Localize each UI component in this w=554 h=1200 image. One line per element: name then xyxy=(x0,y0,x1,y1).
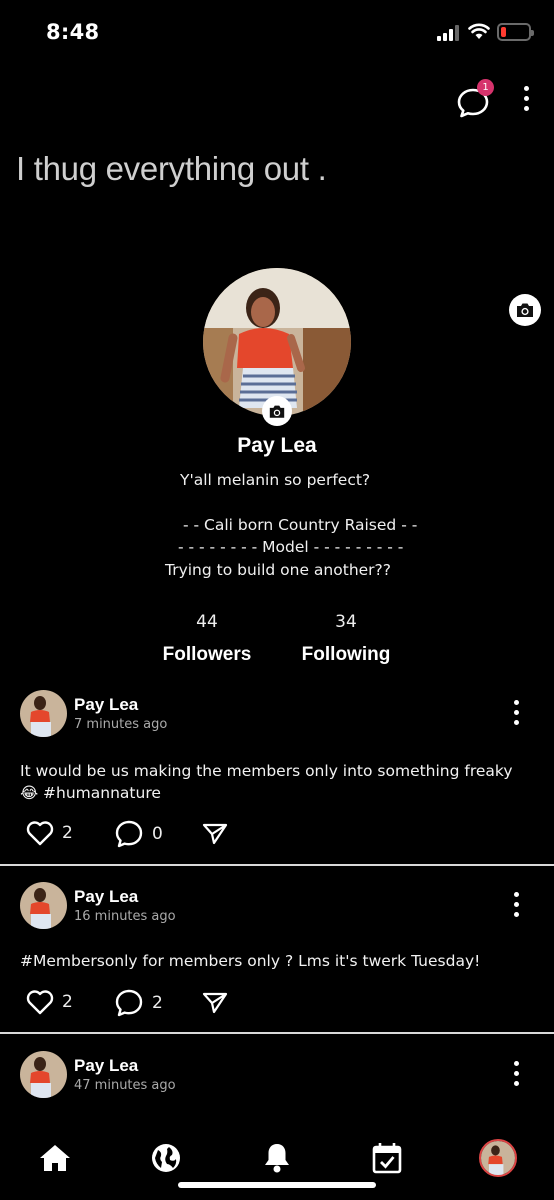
home-icon xyxy=(40,1145,70,1171)
divider xyxy=(0,1032,554,1034)
post-card: Pay Lea 47 minutes ago xyxy=(0,1049,554,1109)
followers-label[interactable]: Followers xyxy=(137,644,277,666)
notification-badge: 1 xyxy=(477,79,494,96)
post-text: It would be us making the members only i… xyxy=(20,762,513,780)
camera-icon xyxy=(517,303,533,317)
share-icon[interactable] xyxy=(202,822,228,846)
post-more-icon[interactable] xyxy=(514,1061,519,1086)
nav-home[interactable] xyxy=(35,1138,75,1178)
avatar[interactable] xyxy=(20,882,67,929)
share-icon[interactable] xyxy=(202,991,228,1015)
nav-events[interactable] xyxy=(367,1138,407,1178)
post-card: Pay Lea 16 minutes ago #Membersonly for … xyxy=(0,880,554,1032)
heart-icon xyxy=(26,821,54,846)
battery-icon xyxy=(497,23,534,41)
nav-explore[interactable] xyxy=(146,1138,186,1178)
post-author[interactable]: Pay Lea xyxy=(74,887,138,907)
status-time: 8:48 xyxy=(46,20,100,44)
nav-notifications[interactable] xyxy=(257,1138,297,1178)
more-options-icon[interactable] xyxy=(516,86,536,118)
wifi-icon xyxy=(468,23,490,39)
post-timestamp: 16 minutes ago xyxy=(74,909,176,924)
comment-button[interactable]: 2 xyxy=(114,988,163,1018)
divider xyxy=(0,864,554,866)
post-text: 😂 #humannature xyxy=(20,784,161,802)
post-timestamp: 47 minutes ago xyxy=(74,1078,176,1093)
post-more-icon[interactable] xyxy=(514,892,519,917)
comment-icon xyxy=(115,989,143,1017)
post-author[interactable]: Pay Lea xyxy=(74,695,138,715)
profile-photo xyxy=(203,268,351,416)
post-more-icon[interactable] xyxy=(514,700,519,725)
bio-line: Trying to build one another?? xyxy=(165,561,391,579)
like-button[interactable]: 2 xyxy=(26,989,73,1015)
globe-icon xyxy=(152,1144,180,1172)
avatar[interactable] xyxy=(20,1051,67,1098)
camera-icon xyxy=(269,405,285,418)
followers-count[interactable]: 44 xyxy=(147,612,267,632)
bottom-nav xyxy=(0,1130,554,1190)
comment-icon xyxy=(115,820,143,848)
post-card: Pay Lea 7 minutes ago It would be us mak… xyxy=(0,688,554,864)
avatar[interactable] xyxy=(20,690,67,737)
status-bar: 8:48 xyxy=(0,0,554,64)
calendar-check-icon xyxy=(372,1143,402,1174)
bio-line: - - Cali born Country Raised - - xyxy=(183,516,418,534)
following-label[interactable]: Following xyxy=(276,644,416,666)
profile-name: Pay Lea xyxy=(237,434,317,457)
heart-icon xyxy=(26,990,54,1015)
cover-camera-button[interactable] xyxy=(509,294,541,326)
nav-profile[interactable] xyxy=(478,1138,518,1178)
post-timestamp: 7 minutes ago xyxy=(74,717,168,732)
following-count[interactable]: 34 xyxy=(286,612,406,632)
like-count: 2 xyxy=(62,992,73,1012)
like-count: 2 xyxy=(62,823,73,843)
post-text: #Membersonly for members only ? Lms it's… xyxy=(20,952,481,970)
home-indicator xyxy=(178,1182,376,1188)
bio-line: - - - - - - - - Model - - - - - - - - - xyxy=(178,538,404,556)
post-author[interactable]: Pay Lea xyxy=(74,1056,138,1076)
bell-icon xyxy=(265,1144,289,1173)
like-button[interactable]: 2 xyxy=(26,820,73,846)
signal-icon xyxy=(437,25,459,41)
profile-avatar[interactable] xyxy=(203,268,351,416)
comment-count: 0 xyxy=(152,824,163,844)
bio-line: Y'all melanin so perfect? xyxy=(180,471,371,489)
comment-button[interactable]: 0 xyxy=(114,819,163,849)
comment-count: 2 xyxy=(152,993,163,1013)
avatar xyxy=(479,1139,517,1177)
cover-text: I thug everything out . xyxy=(16,150,327,187)
avatar-camera-button[interactable] xyxy=(262,396,292,426)
